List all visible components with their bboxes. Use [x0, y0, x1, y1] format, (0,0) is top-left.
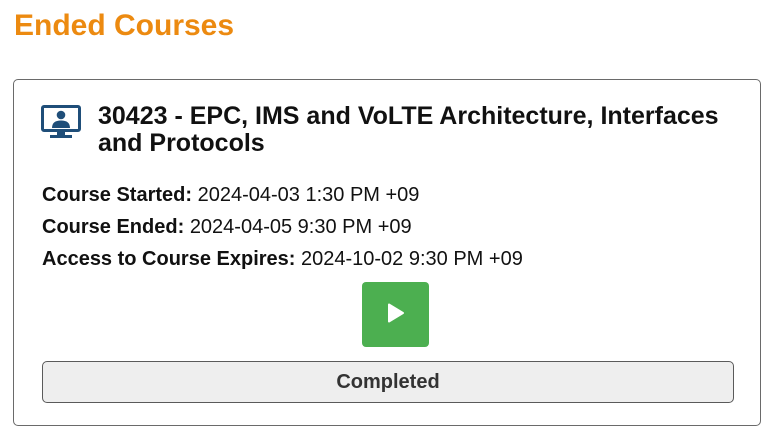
- play-button[interactable]: [362, 282, 429, 347]
- course-title: 30423 - EPC, IMS and VoLTE Architecture,…: [98, 102, 719, 157]
- page: Ended Courses 30423 - EPC, IMS and VoLTE…: [0, 0, 774, 439]
- access-expires-row: Access to Course Expires: 2024-10-02 9:3…: [42, 247, 523, 271]
- course-started-row: Course Started: 2024-04-03 1:30 PM +09: [42, 183, 419, 207]
- course-started-label: Course Started:: [42, 184, 193, 206]
- monitor-user-icon: [41, 105, 81, 139]
- course-ended-label: Course Ended:: [42, 216, 185, 238]
- access-expires-label: Access to Course Expires:: [42, 248, 296, 270]
- course-ended-value: 2024-04-05 9:30 PM +09: [189, 216, 412, 238]
- play-icon: [387, 303, 405, 326]
- completed-status-button[interactable]: Completed: [42, 361, 734, 403]
- course-started-value: 2024-04-03 1:30 PM +09: [197, 184, 420, 206]
- course-card: 30423 - EPC, IMS and VoLTE Architecture,…: [13, 79, 761, 426]
- access-expires-value: 2024-10-02 9:30 PM +09: [301, 248, 523, 270]
- course-ended-row: Course Ended: 2024-04-05 9:30 PM +09: [42, 215, 412, 239]
- section-title: Ended Courses: [14, 9, 235, 42]
